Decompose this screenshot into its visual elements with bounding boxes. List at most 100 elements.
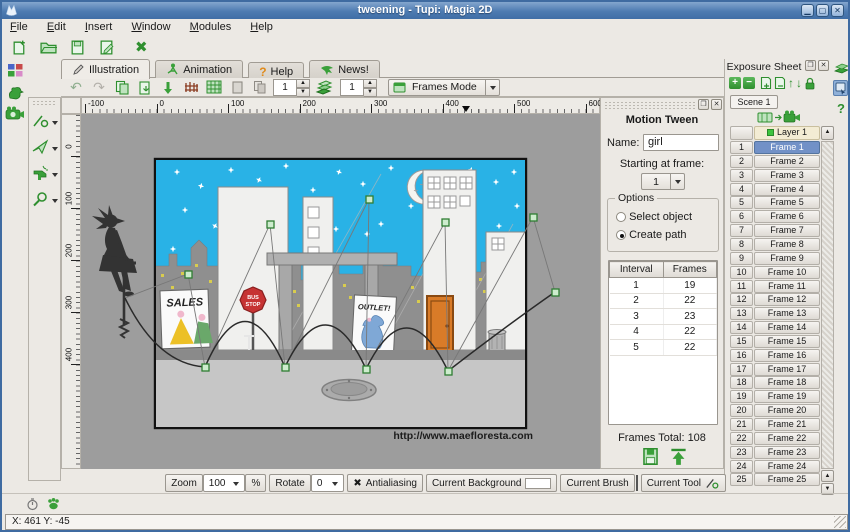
frame-number-cell[interactable]: 11: [730, 280, 753, 293]
frame-number-cell[interactable]: 15: [730, 335, 753, 348]
paw-icon[interactable]: [46, 497, 61, 511]
frame-cell[interactable]: Frame 25: [754, 473, 820, 486]
current-background-button[interactable]: Current Background: [426, 474, 558, 492]
spin-up-icon[interactable]: ▲: [297, 79, 310, 88]
save-as-button[interactable]: [93, 37, 119, 58]
frame-spinbox[interactable]: 1 ▲▼: [340, 79, 377, 96]
line-tool-button[interactable]: [31, 109, 58, 132]
frame-number-cell[interactable]: 2: [730, 155, 753, 168]
float-panel-button[interactable]: ❐: [805, 60, 816, 71]
redo-button[interactable]: ↷: [89, 79, 109, 96]
new-project-button[interactable]: [6, 37, 32, 58]
frame-cell[interactable]: Frame 23: [754, 446, 820, 459]
paste-button[interactable]: [135, 79, 155, 96]
layer-header-cell[interactable]: Layer 1: [754, 126, 820, 140]
layer-spin-value[interactable]: 1: [273, 79, 297, 96]
minimize-button[interactable]: ▁: [801, 4, 814, 17]
resize-grip[interactable]: [834, 516, 846, 528]
menu-file[interactable]: File: [2, 20, 36, 34]
frame-number-cell[interactable]: 4: [730, 183, 753, 196]
brush-swatch[interactable]: [636, 475, 638, 491]
tab-animation[interactable]: Animation: [155, 60, 243, 79]
zoom-tool-button[interactable]: [31, 187, 58, 210]
lock-frame-button[interactable]: [804, 77, 816, 90]
menu-help[interactable]: Help: [242, 20, 281, 34]
save-project-button[interactable]: [64, 37, 90, 58]
scene-to-video-button[interactable]: [757, 110, 803, 124]
insert-frame-button[interactable]: [760, 76, 772, 90]
fill-tool-button[interactable]: [31, 161, 58, 184]
frame-number-cell[interactable]: 25: [730, 473, 753, 486]
send-backward-button[interactable]: [250, 79, 270, 96]
frame-number-cell[interactable]: 16: [730, 349, 753, 362]
combo-dropdown-icon[interactable]: [233, 482, 239, 489]
frame-cell[interactable]: Frame 15: [754, 335, 820, 348]
frame-number-cell[interactable]: 12: [730, 293, 753, 306]
frames-column-header[interactable]: Frames: [663, 262, 717, 278]
bring-forward-button[interactable]: [227, 79, 247, 96]
frame-number-cell[interactable]: 23: [730, 446, 753, 459]
interval-row[interactable]: 522: [610, 340, 717, 356]
spin-up-icon[interactable]: ▲: [364, 79, 377, 88]
background-swatch[interactable]: [525, 478, 551, 489]
frame-cell[interactable]: Frame 17: [754, 363, 820, 376]
remove-frame-button[interactable]: −: [743, 77, 755, 89]
interval-row[interactable]: 119: [610, 278, 717, 294]
frame-cell[interactable]: Frame 16: [754, 349, 820, 362]
frame-number-cell[interactable]: 3: [730, 169, 753, 182]
frame-cell[interactable]: Frame 12: [754, 293, 820, 306]
radio-unselected-icon[interactable]: [616, 212, 626, 222]
current-brush-button[interactable]: Current Brush: [560, 474, 634, 492]
layer-corner-cell[interactable]: [730, 126, 753, 140]
intervals-table[interactable]: Interval Frames 119222323422522: [609, 261, 717, 356]
frame-number-cell[interactable]: 13: [730, 307, 753, 320]
tween-name-input[interactable]: girl: [643, 134, 719, 151]
menu-insert[interactable]: Insert: [77, 20, 121, 34]
frame-number-cell[interactable]: 1: [730, 141, 753, 154]
frame-number-cell[interactable]: 22: [730, 432, 753, 445]
bird-icon[interactable]: [7, 85, 24, 101]
frame-number-cell[interactable]: 20: [730, 404, 753, 417]
polygon-tool-button[interactable]: [31, 135, 58, 158]
select-object-option[interactable]: Select object: [616, 211, 718, 223]
timer-icon[interactable]: [26, 498, 39, 511]
frame-cell[interactable]: Frame 14: [754, 321, 820, 334]
close-project-button[interactable]: ✖: [128, 37, 154, 58]
current-tool-button[interactable]: Current Tool: [641, 474, 726, 492]
radio-selected-icon[interactable]: [616, 230, 626, 240]
frame-cell[interactable]: Frame 2: [754, 155, 820, 168]
color-palette-icon[interactable]: [8, 64, 23, 77]
scroll-up-button[interactable]: ▲: [821, 126, 834, 140]
frame-cell[interactable]: Frame 13: [754, 307, 820, 320]
close-button[interactable]: ✕: [831, 4, 844, 17]
tools-panel-handle[interactable]: [32, 100, 57, 106]
frame-cell[interactable]: Frame 1: [754, 141, 820, 154]
frame-number-cell[interactable]: 24: [730, 460, 753, 473]
frame-number-cell[interactable]: 17: [730, 363, 753, 376]
onion-skin-button[interactable]: [181, 79, 201, 96]
frame-cell[interactable]: Frame 5: [754, 196, 820, 209]
combo-dropdown-icon[interactable]: [332, 482, 338, 489]
move-frame-down-icon[interactable]: ↓: [796, 76, 802, 90]
scroll-up-button[interactable]: ▲: [821, 470, 834, 482]
camera-icon[interactable]: [5, 106, 25, 121]
layer-spinbox[interactable]: 1 ▲▼: [273, 79, 310, 96]
combo-dropdown-icon[interactable]: [670, 174, 684, 189]
drawing-workarea[interactable]: SALES BUS STOP OUTLET!: [81, 114, 600, 469]
apply-tween-button[interactable]: [669, 447, 688, 466]
antialiasing-toggle[interactable]: ✖ Antialiasing: [347, 474, 423, 492]
layers-button[interactable]: [313, 79, 337, 96]
spin-down-icon[interactable]: ▼: [364, 88, 377, 97]
frame-number-cell[interactable]: 10: [730, 266, 753, 279]
copy-button[interactable]: [112, 79, 132, 96]
scene-tab[interactable]: Scene 1: [730, 95, 778, 109]
combo-dropdown-icon[interactable]: [485, 80, 499, 95]
maximize-button[interactable]: ▢: [816, 4, 829, 17]
interval-row[interactable]: 323: [610, 309, 717, 325]
spin-down-icon[interactable]: ▼: [297, 88, 310, 97]
frame-cell[interactable]: Frame 10: [754, 266, 820, 279]
frame-cell[interactable]: Frame 8: [754, 238, 820, 251]
open-project-button[interactable]: [35, 37, 61, 58]
float-panel-button[interactable]: ❐: [698, 99, 709, 110]
frame-cell[interactable]: Frame 6: [754, 210, 820, 223]
